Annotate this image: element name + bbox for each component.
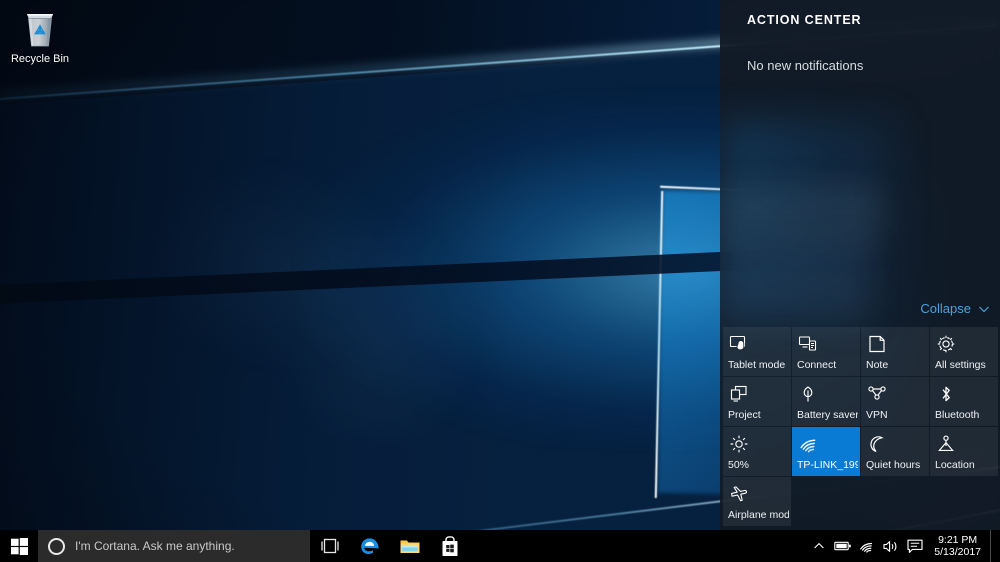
collapse-button[interactable]: Collapse [920,301,990,316]
action-center-icon [907,539,923,553]
search-placeholder: I'm Cortana. Ask me anything. [75,539,235,553]
no-notifications-message: No new notifications [747,58,864,73]
clock-date: 5/13/2017 [934,546,981,558]
taskbar-edge-button[interactable] [350,530,390,562]
file-explorer-icon [400,540,420,553]
connect-icon [798,336,817,351]
taskbar-store-button[interactable] [430,530,470,562]
quick-action-label: Airplane mode [728,509,789,521]
tile-spacer [792,477,860,526]
chevron-up-icon [814,542,825,549]
windows-start-icon [10,537,28,555]
quick-action-tablet-mode[interactable]: Tablet mode [723,327,791,376]
tray-action-center-button[interactable] [903,530,927,562]
quick-action-wifi-network[interactable]: TP-LINK_199C [792,427,860,476]
cortana-circle-icon [48,537,65,555]
quick-action-label: Battery saver [797,409,858,421]
vpn-icon [868,386,886,400]
quick-actions-grid: Tablet mode Connect Note All settings Pr… [723,327,1000,526]
search-input[interactable]: I'm Cortana. Ask me anything. [38,530,310,562]
quick-action-quiet-hours[interactable]: Quiet hours [861,427,929,476]
gear-icon [937,335,955,353]
note-icon [869,335,885,353]
quick-action-label: 50% [728,459,750,471]
quick-action-label: Tablet mode [728,359,786,371]
quick-action-label: Project [728,409,761,421]
quick-action-vpn[interactable]: VPN [861,377,929,426]
start-button[interactable] [0,530,38,562]
speaker-icon [883,540,897,552]
wifi-tray-icon [859,542,872,553]
acrylic-blur-bleed-2 [720,185,880,245]
taskbar: I'm Cortana. Ask me anything. 9:21 PM 5/… [0,530,1000,562]
quick-action-label: Connect [797,359,837,371]
tablet-mode-icon [729,335,746,351]
quick-action-brightness[interactable]: 50% [723,427,791,476]
quick-action-note[interactable]: Note [861,327,929,376]
store-icon [442,535,458,556]
desktop-icon-label: Recycle Bin [10,53,70,65]
tile-spacer [861,477,929,526]
airplane-icon [731,486,748,502]
battery-icon [834,541,852,551]
quick-action-label: All settings [935,359,986,371]
quick-action-battery-saver[interactable]: Battery saver [792,377,860,426]
clock-time: 9:21 PM [938,534,978,546]
desktop-icon-recycle-bin[interactable]: Recycle Bin [6,6,74,66]
taskbar-task-view-button[interactable] [310,530,350,562]
collapse-label: Collapse [920,301,971,316]
quick-action-label: Bluetooth [935,409,980,421]
project-icon [730,385,747,402]
quick-action-label: TP-LINK_199C [797,459,858,471]
location-icon [938,435,954,451]
task-view-icon [321,538,339,554]
battery-saver-icon [803,386,813,402]
recycle-bin-icon [27,14,53,47]
quick-action-bluetooth[interactable]: Bluetooth [930,377,998,426]
chevron-down-icon [979,306,989,312]
quick-action-location[interactable]: Location [930,427,998,476]
moon-icon [870,436,884,453]
taskbar-clock[interactable]: 9:21 PM 5/13/2017 [927,530,990,562]
quick-action-airplane-mode[interactable]: Airplane mode [723,477,791,526]
brightness-icon [730,435,748,453]
tray-battery-button[interactable] [831,530,855,562]
action-center-panel: ACTION CENTER No new notifications Colla… [720,0,1000,530]
quick-action-label: VPN [866,409,888,421]
taskbar-file-explorer-button[interactable] [390,530,430,562]
wifi-icon [800,439,816,453]
tray-show-hidden-icons-button[interactable] [807,530,831,562]
show-desktop-button[interactable] [990,530,998,562]
quick-action-project[interactable]: Project [723,377,791,426]
quick-action-label: Location [935,459,975,471]
quick-action-connect[interactable]: Connect [792,327,860,376]
action-center-title: ACTION CENTER [747,13,862,27]
quick-action-label: Note [866,359,889,371]
acrylic-blur-bleed-3 [720,245,870,325]
system-tray: 9:21 PM 5/13/2017 [807,530,1000,562]
tile-spacer [930,477,998,526]
quick-action-all-settings[interactable]: All settings [930,327,998,376]
desktop-screen: Recycle Bin ACTION CENTER No new notific… [0,0,1000,562]
edge-icon [361,538,379,554]
bluetooth-icon [942,386,950,402]
tray-network-button[interactable] [855,530,879,562]
quick-action-label: Quiet hours [866,459,921,471]
tray-volume-button[interactable] [879,530,903,562]
